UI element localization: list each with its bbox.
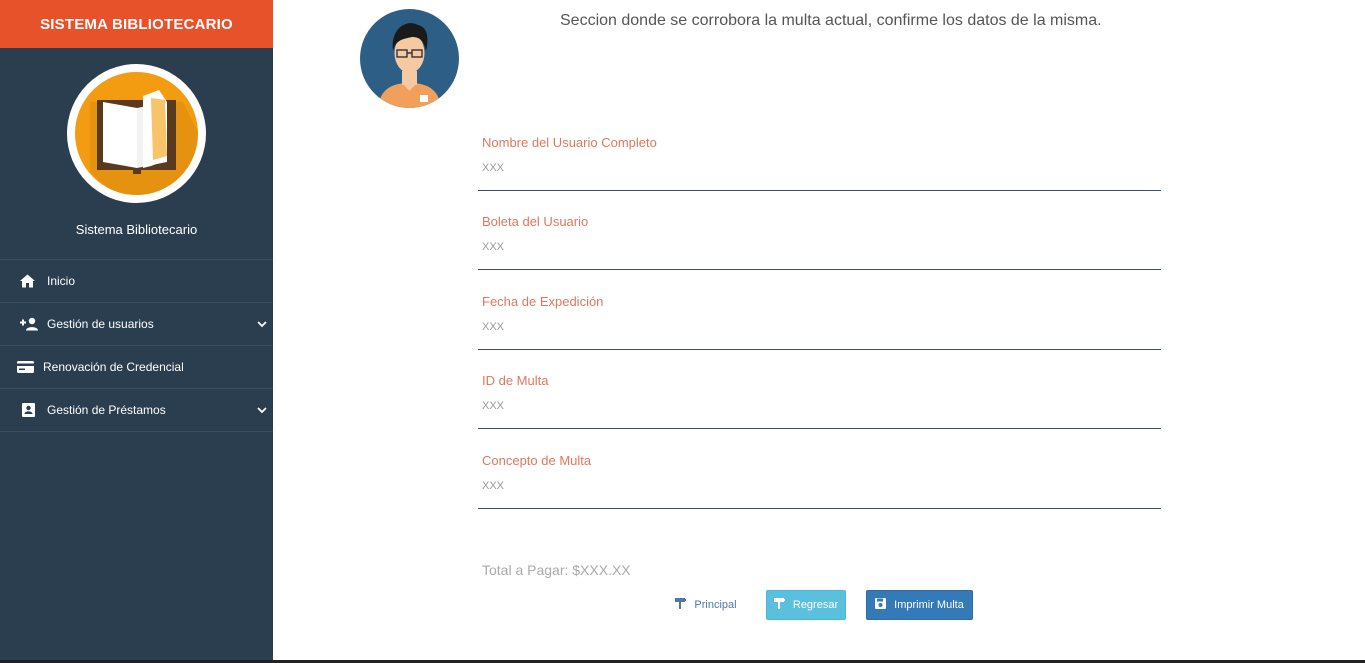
field-fecha-expedicion: Fecha de Expedición XXX	[478, 294, 1161, 350]
contact-card-icon	[22, 403, 35, 417]
regresar-button-label: Regresar	[792, 599, 839, 611]
sidebar-item-label: Gestión de usuarios	[47, 317, 154, 331]
sidebar-title: SISTEMA BIBLIOTECARIO	[0, 0, 273, 48]
field-value: XXX	[482, 400, 505, 412]
field-label: Concepto de Multa	[482, 453, 592, 468]
field-boleta-usuario: Boleta del Usuario XXX	[478, 214, 1161, 270]
sidebar: SISTEMA BIBLIOTECARIO Sistema Biblioteca…	[0, 0, 273, 663]
credit-card-icon	[17, 361, 34, 373]
field-value: XXX	[482, 480, 505, 492]
user-avatar	[360, 9, 459, 108]
field-value: XXX	[482, 241, 505, 253]
add-user-icon	[20, 317, 38, 331]
sidebar-item-gestion-usuarios[interactable]: Gestión de usuarios	[0, 303, 273, 346]
field-label: Boleta del Usuario	[482, 214, 589, 229]
sidebar-menu: Inicio Gestión de usuarios Renovación de…	[0, 259, 273, 432]
sidebar-item-label: Renovación de Credencial	[43, 360, 184, 374]
imprimir-multa-button[interactable]: Imprimir Multa	[866, 590, 973, 620]
book-logo	[67, 64, 206, 203]
book-logo-icon	[75, 72, 198, 195]
principal-button-label: Principal	[694, 599, 737, 611]
field-value: XXX	[482, 162, 505, 174]
paint-roller-icon	[773, 598, 785, 612]
sidebar-name: Sistema Bibliotecario	[75, 222, 198, 237]
floppy-disk-icon	[875, 598, 887, 612]
principal-button[interactable]: Principal	[668, 590, 744, 620]
sidebar-item-inicio[interactable]: Inicio	[0, 260, 273, 303]
home-icon	[20, 274, 35, 288]
field-concepto-multa: Concepto de Multa XXX	[478, 453, 1161, 509]
total-amount: Total a Pagar: $XXX.XX	[482, 562, 631, 578]
field-label: ID de Multa	[482, 373, 549, 388]
regresar-button[interactable]: Regresar	[766, 590, 846, 620]
field-nombre-usuario: Nombre del Usuario Completo XXX	[478, 135, 1161, 191]
sidebar-item-label: Inicio	[47, 274, 76, 288]
field-label: Nombre del Usuario Completo	[482, 135, 657, 150]
field-value: XXX	[482, 321, 505, 333]
intro-text: Seccion donde se corrobora la multa actu…	[560, 12, 1102, 29]
chevron-down-icon[interactable]	[257, 317, 267, 331]
chevron-down-icon[interactable]	[257, 403, 267, 417]
field-id-multa: ID de Multa XXX	[478, 373, 1161, 429]
sidebar-item-gestion-prestamos[interactable]: Gestión de Préstamos	[0, 389, 273, 432]
imprimir-multa-button-label: Imprimir Multa	[894, 599, 964, 611]
paint-roller-icon	[675, 598, 687, 612]
field-label: Fecha de Expedición	[482, 294, 604, 309]
sidebar-item-renovacion-credencial[interactable]: Renovación de Credencial	[0, 346, 273, 389]
sidebar-item-label: Gestión de Préstamos	[47, 403, 166, 417]
